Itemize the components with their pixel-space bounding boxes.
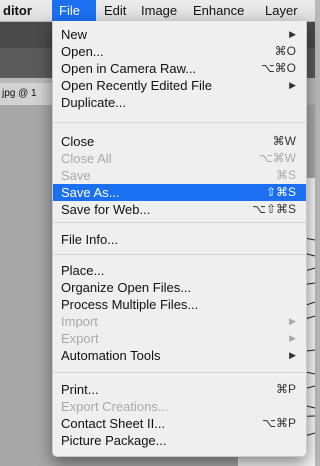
menu-item-contact-sheet[interactable]: Contact Sheet II... ⌥⌘P xyxy=(53,415,306,432)
submenu-arrow-icon: ▶ xyxy=(289,316,296,326)
menu-item-label: Place... xyxy=(61,263,105,278)
submenu-arrow-icon: ▶ xyxy=(289,333,296,343)
submenu-arrow-icon: ▶ xyxy=(289,29,296,39)
menu-item-import[interactable]: Import ▶ xyxy=(53,313,306,330)
shortcut-label: ⌘S xyxy=(275,168,296,182)
menu-item-organize-open-files[interactable]: Organize Open Files... xyxy=(53,279,306,296)
menu-bar: ditor File Edit Image Enhance Layer xyxy=(0,0,315,22)
file-menu: New ▶ Open... ⌘O Open in Camera Raw... ⌥⌘O … xyxy=(52,21,307,457)
menu-item-save-for-web[interactable]: Save for Web... ⌥⇧⌘S xyxy=(53,201,306,218)
menu-item-open-camera-raw[interactable]: Open in Camera Raw... ⌥⌘O xyxy=(53,60,306,77)
menu-item-file-info[interactable]: File Info... xyxy=(53,231,306,248)
menu-item-open[interactable]: Open... ⌘O xyxy=(53,43,306,60)
menu-item-label: Contact Sheet II... xyxy=(61,416,166,431)
menu-separator xyxy=(53,122,306,123)
document-tab[interactable]: jpg @ 1 xyxy=(0,83,60,105)
menu-item-label: Duplicate... xyxy=(61,95,127,110)
shortcut-label: ⌥⌘W xyxy=(258,151,296,165)
shortcut-label: ⌘W xyxy=(272,134,296,148)
menu-item-label: Close All xyxy=(61,151,112,166)
menu-item-label: Export xyxy=(61,331,99,346)
shortcut-label: ⌘P xyxy=(275,382,296,396)
menu-item-open-recent[interactable]: Open Recently Edited File ▶ xyxy=(53,77,306,94)
menubar-item-layer[interactable]: Layer xyxy=(258,0,305,21)
menu-item-label: Process Multiple Files... xyxy=(61,297,199,312)
menu-item-automation-tools[interactable]: Automation Tools ▶ xyxy=(53,347,306,364)
menu-item-close[interactable]: Close ⌘W xyxy=(53,133,306,150)
menu-item-label: Open Recently Edited File xyxy=(61,78,213,93)
shortcut-label: ⇧⌘S xyxy=(265,185,296,199)
shortcut-label: ⌘O xyxy=(274,44,296,58)
shortcut-label: ⌥⌘O xyxy=(260,61,296,75)
menu-item-duplicate[interactable]: Duplicate... xyxy=(53,94,306,111)
menu-item-label: Save xyxy=(61,168,91,183)
menubar-item-edit[interactable]: Edit xyxy=(97,0,133,21)
menu-item-print[interactable]: Print... ⌘P xyxy=(53,381,306,398)
menu-item-close-all[interactable]: Close All ⌥⌘W xyxy=(53,150,306,167)
menubar-item-image[interactable]: Image xyxy=(134,0,184,21)
menu-item-save[interactable]: Save ⌘S xyxy=(53,167,306,184)
menu-item-label: Organize Open Files... xyxy=(61,280,192,295)
menu-item-label: New xyxy=(61,27,88,42)
shortcut-label: ⌥⇧⌘S xyxy=(252,202,296,216)
menu-separator xyxy=(53,372,306,373)
menu-item-label: Print... xyxy=(61,382,99,397)
menu-item-label: Save As... xyxy=(61,185,120,200)
menu-item-export-creations[interactable]: Export Creations... xyxy=(53,398,306,415)
menu-separator xyxy=(53,254,306,255)
shortcut-label: ⌥⌘P xyxy=(262,416,296,430)
menu-item-label: Automation Tools xyxy=(61,348,161,363)
menu-item-label: Save for Web... xyxy=(61,202,151,217)
menu-item-label: Open in Camera Raw... xyxy=(61,61,197,76)
menu-item-label: Open... xyxy=(61,44,104,59)
menubar-item-editor[interactable]: ditor xyxy=(0,0,39,21)
submenu-arrow-icon: ▶ xyxy=(289,350,296,360)
menu-separator xyxy=(53,222,306,223)
menu-item-export[interactable]: Export ▶ xyxy=(53,330,306,347)
menu-item-label: Picture Package... xyxy=(61,433,167,448)
menu-item-process-multiple-files[interactable]: Process Multiple Files... xyxy=(53,296,306,313)
menu-item-picture-package[interactable]: Picture Package... xyxy=(53,432,306,449)
menu-item-label: Import xyxy=(61,314,98,329)
menu-item-place[interactable]: Place... xyxy=(53,262,306,279)
menu-item-new[interactable]: New ▶ xyxy=(53,26,306,43)
menubar-item-file[interactable]: File xyxy=(52,0,96,21)
menu-item-label: Export Creations... xyxy=(61,399,169,414)
menubar-item-enhance[interactable]: Enhance xyxy=(186,0,251,21)
menu-item-label: Close xyxy=(61,134,95,149)
menu-item-label: File Info... xyxy=(61,232,119,247)
menu-item-save-as[interactable]: Save As... ⇧⌘S xyxy=(53,184,306,201)
submenu-arrow-icon: ▶ xyxy=(289,80,296,90)
